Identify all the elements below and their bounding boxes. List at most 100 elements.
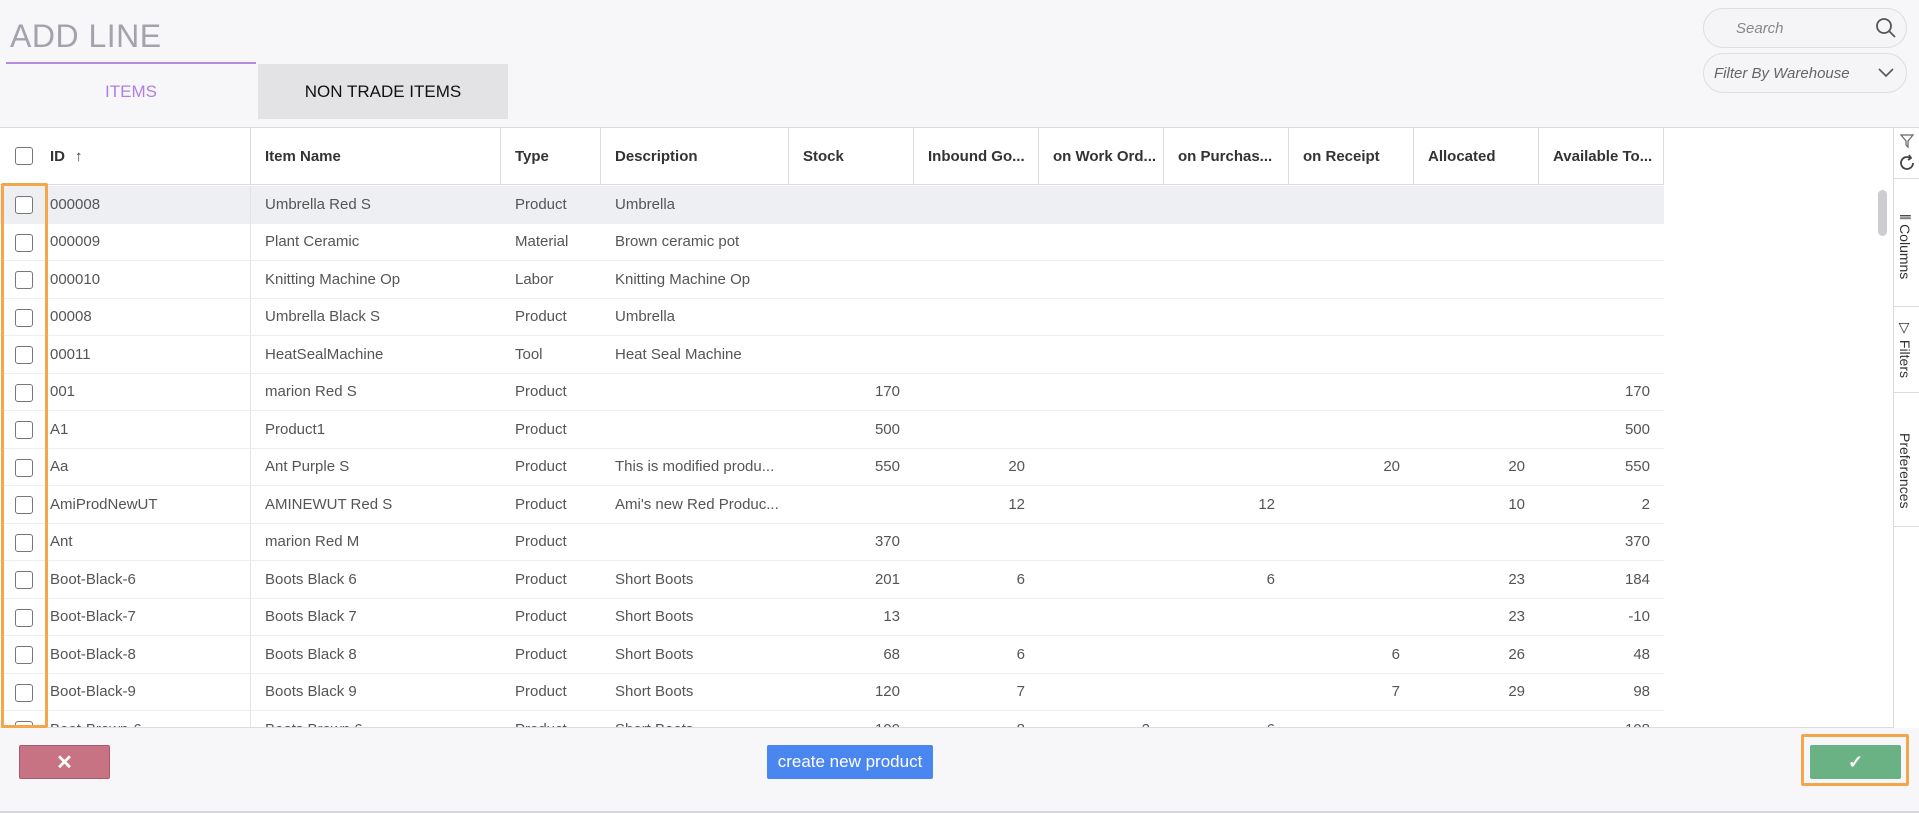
close-icon: ✕ <box>56 751 73 774</box>
row-checkbox[interactable] <box>15 383 33 406</box>
row-checkbox[interactable] <box>15 421 33 443</box>
cell-item-name: Boots Black 7 <box>265 608 357 626</box>
cell-allocated <box>1414 374 1539 411</box>
create-new-product-button[interactable]: create new product <box>767 745 933 779</box>
row-checkbox[interactable] <box>15 308 33 331</box>
chevron-down-icon <box>1866 67 1906 79</box>
column-header-on-work-order[interactable]: on Work Ord... <box>1039 128 1164 185</box>
table-row[interactable]: 000010 Knitting Machine Op Labor Knitting M… <box>0 261 1664 299</box>
footer-bar <box>0 729 1919 813</box>
column-header-stock[interactable]: Stock <box>789 128 914 185</box>
table-row[interactable]: 00011 HeatSealMachine Tool Heat Seal Machin… <box>0 336 1664 374</box>
vertical-scrollbar[interactable] <box>1878 188 1887 728</box>
table-row[interactable]: Boot-Black-8 Boots Black 8 Product Short Bo… <box>0 636 1664 674</box>
row-checkbox[interactable] <box>15 533 33 556</box>
table-row[interactable]: Boot-Black-6 Boots Black 6 Product Short Bo… <box>0 561 1664 599</box>
cell-on-purchase <box>1164 599 1289 636</box>
cell-allocated <box>1414 224 1539 261</box>
side-tab-filters[interactable]: ▽ Filters <box>1897 320 1913 378</box>
cell-description <box>601 524 789 561</box>
cell-description <box>601 411 789 448</box>
confirm-button[interactable]: ✓ <box>1810 745 1901 779</box>
cell-on-purchase <box>1164 336 1289 373</box>
tab-non-trade-items[interactable]: NON TRADE ITEMS <box>258 64 508 119</box>
cell-stock <box>789 261 914 298</box>
cell-allocated <box>1414 261 1539 298</box>
row-checkbox[interactable] <box>15 271 33 293</box>
row-checkbox[interactable] <box>15 496 33 518</box>
cell-inbound-goods: 12 <box>1008 495 1025 513</box>
column-header-id[interactable]: ID ↑ <box>0 128 251 185</box>
cell-on-purchase <box>1164 299 1289 336</box>
row-checkbox[interactable] <box>15 196 33 218</box>
cell-stock <box>789 186 914 223</box>
filter-icon: ▽ <box>1897 320 1913 340</box>
cell-type: Material <box>515 233 569 251</box>
column-header-type[interactable]: Type <box>501 128 601 185</box>
table-row[interactable]: Aa Ant Purple S Product This is modified pr… <box>0 448 1664 486</box>
grid-body: 000008 Umbrella Red S Product Umbrella 00000… <box>0 186 1664 727</box>
search-input[interactable]: Search <box>1703 8 1907 48</box>
search-placeholder: Search <box>1736 19 1784 37</box>
side-tab-columns[interactable]: ⦀ Columns <box>1897 214 1913 279</box>
cell-available-to: 2 <box>1641 495 1650 513</box>
cancel-button[interactable]: ✕ <box>19 745 110 779</box>
cell-id: Boot-Black-9 <box>0 673 251 710</box>
column-header-description[interactable]: Description <box>601 128 789 185</box>
table-row[interactable]: Boot-Black-7 Boots Black 7 Product Short Bo… <box>0 598 1664 636</box>
select-all-checkbox[interactable] <box>15 147 33 170</box>
column-header-available-to[interactable]: Available To... <box>1539 128 1664 185</box>
cell-type: Tool <box>515 345 543 363</box>
column-header-item-name[interactable]: Item Name <box>251 128 501 185</box>
search-icon[interactable] <box>1866 17 1906 39</box>
cell-id: 000008 <box>0 186 251 223</box>
cell-on-work-order <box>1039 186 1164 223</box>
cell-type: Product <box>515 458 567 476</box>
table-row[interactable]: AmiProdNewUT AMINEWUT Red S Product Ami's n… <box>0 486 1664 524</box>
cell-available-to: -10 <box>1628 608 1650 626</box>
row-checkbox[interactable] <box>15 233 33 256</box>
table-row[interactable]: Boot-Black-9 Boots Black 9 Product Short Bo… <box>0 673 1664 711</box>
cell-inbound-goods <box>914 411 1039 448</box>
cell-on-work-order <box>1039 561 1164 598</box>
table-row[interactable]: 000008 Umbrella Red S Product Umbrella <box>0 186 1664 224</box>
table-row[interactable]: 000009 Plant Ceramic Material Brown ceramic… <box>0 223 1664 261</box>
table-row[interactable]: 00008 Umbrella Black S Product Umbrella <box>0 298 1664 336</box>
row-checkbox[interactable] <box>15 571 33 593</box>
cell-available-to <box>1539 336 1664 373</box>
cell-item-name: Boots Black 8 <box>265 645 357 663</box>
row-checkbox[interactable] <box>15 346 33 368</box>
cell-allocated: 10 <box>1508 495 1525 513</box>
table-row[interactable]: Boot-Brown-6Boots Brown 6ProductShort Bo… <box>0 711 1664 727</box>
warehouse-filter-select[interactable]: Filter By Warehouse <box>1703 53 1907 93</box>
row-checkbox[interactable] <box>15 683 33 706</box>
row-checkbox[interactable] <box>15 608 33 631</box>
refresh-icon[interactable] <box>1894 152 1919 174</box>
cell-inbound-goods: 7 <box>1016 683 1025 701</box>
cell-item-name: marion Red M <box>265 533 360 551</box>
table-row[interactable]: Ant marion Red M Product 370 370 <box>0 523 1664 561</box>
tab-items[interactable]: ITEMS <box>6 64 256 119</box>
cell-on-purchase <box>1164 224 1289 261</box>
cell-allocated: 29 <box>1508 683 1525 701</box>
cell-description: Heat Seal Machine <box>615 345 742 363</box>
column-header-on-receipt[interactable]: on Receipt <box>1289 128 1414 185</box>
row-checkbox[interactable] <box>15 721 33 727</box>
sort-asc-icon: ↑ <box>75 148 83 165</box>
filter-clear-icon[interactable] <box>1894 132 1919 150</box>
cell-inbound-goods <box>914 261 1039 298</box>
row-checkbox[interactable] <box>15 646 33 668</box>
side-tab-preferences[interactable]: Preferences <box>1897 433 1913 508</box>
cell-inbound-goods: 6 <box>1016 645 1025 663</box>
column-header-on-purchase[interactable]: on Purchas... <box>1164 128 1289 185</box>
cell-on-receipt: 6 <box>1391 645 1400 663</box>
table-row[interactable]: A1 Product1 Product 500 500 <box>0 411 1664 449</box>
table-row[interactable]: 001 marion Red S Product 170 170 <box>0 373 1664 411</box>
cell-on-purchase: 6 <box>1266 570 1275 588</box>
row-checkbox[interactable] <box>15 458 33 481</box>
cell-description: Short Boots <box>615 645 694 663</box>
cell-on-work-order <box>1039 449 1164 486</box>
column-header-allocated[interactable]: Allocated <box>1414 128 1539 185</box>
column-header-inbound-goods[interactable]: Inbound Go... <box>914 128 1039 185</box>
cell-inbound-goods <box>914 299 1039 336</box>
